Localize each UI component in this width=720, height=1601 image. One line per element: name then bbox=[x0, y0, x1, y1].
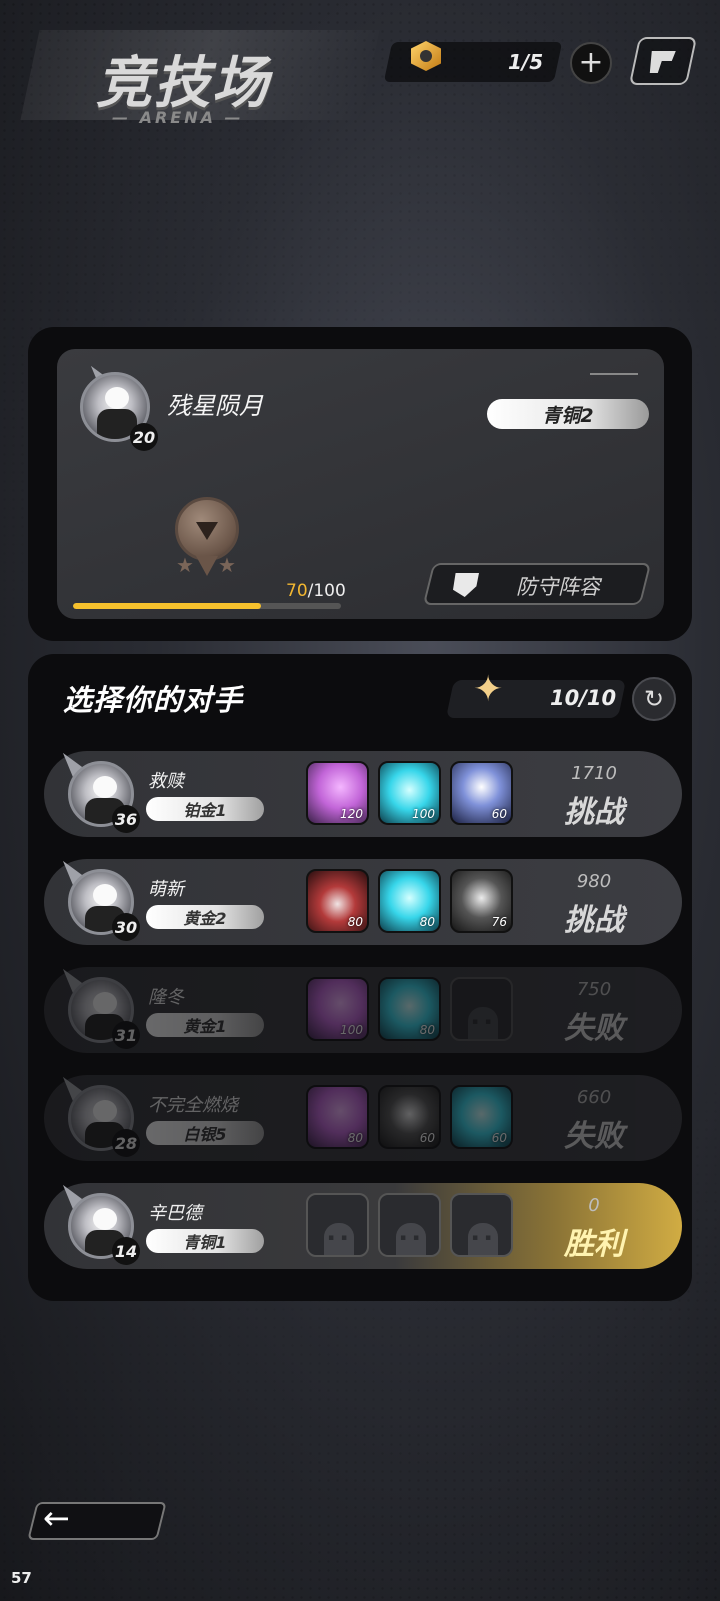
medal-star-icon: ★ bbox=[218, 553, 236, 577]
opponent-score: 980 bbox=[576, 871, 612, 892]
challenge-button[interactable]: 挑战 bbox=[534, 787, 654, 831]
hero-portrait: 80 bbox=[306, 869, 369, 933]
opponent-row[interactable]: 30 萌新黄金2 80 80 76 980 挑战 bbox=[44, 854, 682, 945]
rank-progress-bar bbox=[73, 603, 341, 609]
shop-button[interactable] bbox=[628, 37, 698, 85]
opponent-row[interactable]: 28 不完全燃烧白银5 80 60 60 660 失败 bbox=[44, 1070, 682, 1161]
page-subtitle: — ARENA — bbox=[112, 108, 244, 127]
hero-level: 80 bbox=[347, 1131, 363, 1145]
shop-icon bbox=[649, 51, 676, 73]
hero-portrait bbox=[378, 1193, 441, 1257]
opponent-score: 750 bbox=[576, 979, 612, 1000]
opponent-rank-badge: 白银5 bbox=[146, 1121, 264, 1145]
back-arrow-icon: ← bbox=[43, 1499, 70, 1537]
opponent-rank-badge: 铂金1 bbox=[146, 797, 264, 821]
hero-level: 76 bbox=[491, 915, 507, 929]
opponent-name: 辛巴德 bbox=[148, 1203, 202, 1224]
hero-portrait: 80 bbox=[378, 977, 441, 1041]
opponent-team bbox=[306, 1193, 513, 1257]
rank-progress-fill bbox=[73, 603, 261, 609]
challenge-button[interactable]: 胜利 bbox=[534, 1219, 654, 1263]
opponent-team: 120 100 60 bbox=[306, 761, 513, 825]
opponent-level: 31 bbox=[112, 1021, 140, 1049]
attempts-count: 10/10 bbox=[550, 686, 617, 710]
hero-portrait: 60 bbox=[450, 1085, 513, 1149]
rank-medal-emblem bbox=[196, 522, 218, 540]
opponent-name: 萌新 bbox=[148, 879, 184, 900]
hero-portrait bbox=[450, 977, 513, 1041]
opponent-score: 0 bbox=[588, 1195, 600, 1216]
hero-level: 100 bbox=[340, 1023, 363, 1037]
hero-level: 100 bbox=[412, 807, 435, 821]
opponent-row[interactable]: 36 救赎铂金1 120 100 60 1710 挑战 bbox=[44, 746, 682, 837]
opponent-score: 660 bbox=[576, 1087, 612, 1108]
hero-portrait bbox=[450, 1193, 513, 1257]
hero-portrait: 80 bbox=[378, 869, 441, 933]
opponent-rank-badge: 黄金1 bbox=[146, 1013, 264, 1037]
player-level: 20 bbox=[130, 423, 158, 451]
hero-level: 60 bbox=[419, 1131, 435, 1145]
opponent-level: 30 bbox=[112, 913, 140, 941]
hero-level: 60 bbox=[491, 807, 507, 821]
challenge-button[interactable]: 挑战 bbox=[534, 895, 654, 939]
opponent-level: 14 bbox=[112, 1237, 140, 1265]
ticket-count: 1/5 bbox=[508, 50, 544, 74]
progress-max: /100 bbox=[307, 581, 346, 601]
rank-progress-text: 70/100 bbox=[286, 581, 346, 601]
player-rank-badge: 青铜2 bbox=[487, 399, 649, 429]
challenge-button[interactable]: 失败 bbox=[534, 1003, 654, 1047]
hero-portrait bbox=[306, 1193, 369, 1257]
hero-portrait: 80 bbox=[306, 1085, 369, 1149]
page-title: 竞技场 bbox=[96, 51, 270, 116]
divider bbox=[590, 373, 638, 375]
star-icon: ✦ bbox=[473, 669, 504, 710]
opponent-level: 36 bbox=[112, 805, 140, 833]
opponent-level: 28 bbox=[112, 1129, 140, 1157]
medal-star-icon: ★ bbox=[176, 553, 194, 577]
hero-level: 80 bbox=[347, 915, 363, 929]
opponent-rank-badge: 青铜1 bbox=[146, 1229, 264, 1253]
hero-portrait: 100 bbox=[378, 761, 441, 825]
refresh-opponents-button[interactable]: ↻ bbox=[632, 677, 676, 721]
defense-lineup-label: 防守阵容 bbox=[516, 575, 600, 599]
add-ticket-button[interactable]: + bbox=[570, 42, 612, 84]
opponent-name: 不完全燃烧 bbox=[148, 1095, 238, 1116]
opponent-team: 80 80 76 bbox=[306, 869, 513, 933]
opponent-rank-badge: 黄金2 bbox=[146, 905, 264, 929]
opponents-title: 选择你的对手 bbox=[63, 683, 244, 717]
opponent-name: 隆冬 bbox=[148, 987, 184, 1008]
fps-counter: 57 bbox=[11, 1569, 32, 1587]
progress-current: 70 bbox=[286, 581, 308, 601]
hero-portrait: 120 bbox=[306, 761, 369, 825]
challenge-button[interactable]: 失败 bbox=[534, 1111, 654, 1155]
hero-portrait: 60 bbox=[378, 1085, 441, 1149]
hero-level: 80 bbox=[419, 1023, 435, 1037]
player-name: 残星陨月 bbox=[167, 392, 263, 420]
hero-portrait: 60 bbox=[450, 761, 513, 825]
hero-level: 120 bbox=[340, 807, 363, 821]
opponent-row[interactable]: 31 隆冬黄金1 100 80 750 失败 bbox=[44, 962, 682, 1053]
opponent-row[interactable]: 14 辛巴德青铜1 0 胜利 bbox=[44, 1178, 682, 1269]
opponent-name: 救赎 bbox=[148, 771, 184, 792]
opponent-team: 80 60 60 bbox=[306, 1085, 513, 1149]
refresh-icon: ↻ bbox=[643, 685, 665, 713]
hero-portrait: 100 bbox=[306, 977, 369, 1041]
opponent-score: 1710 bbox=[571, 763, 617, 784]
opponent-team: 100 80 bbox=[306, 977, 513, 1041]
hero-level: 60 bbox=[491, 1131, 507, 1145]
hero-portrait: 76 bbox=[450, 869, 513, 933]
hero-level: 80 bbox=[419, 915, 435, 929]
